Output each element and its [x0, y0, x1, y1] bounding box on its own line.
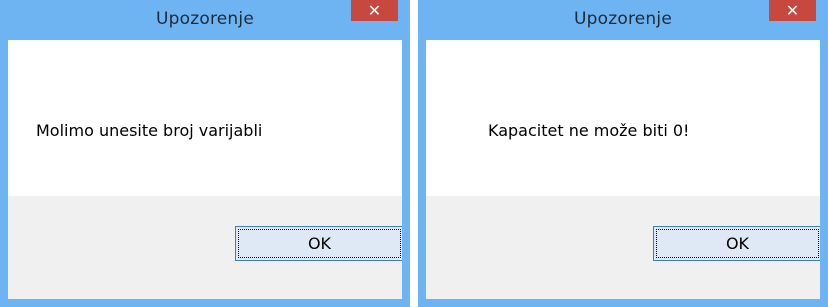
warning-dialog: Upozorenje ✕ Molimo unesite broj varijab… [0, 0, 410, 307]
dialog-titlebar[interactable]: Upozorenje ✕ [418, 0, 828, 40]
dialog-title: Upozorenje [574, 9, 672, 29]
dialog-titlebar[interactable]: Upozorenje ✕ [0, 0, 410, 40]
close-button[interactable]: ✕ [769, 0, 816, 21]
warning-dialog: Upozorenje ✕ Kapacitet ne može biti 0! O… [418, 0, 828, 307]
dialog-client-area: Molimo unesite broj varijabli OK [8, 40, 402, 299]
ok-button-label: OK [307, 234, 332, 253]
close-button[interactable]: ✕ [351, 0, 398, 21]
ok-button-label: OK [725, 234, 750, 253]
dialog-content: Molimo unesite broj varijabli [8, 40, 402, 196]
dialog-client-area: Kapacitet ne može biti 0! OK [426, 40, 820, 299]
dialog-message: Kapacitet ne može biti 0! [488, 121, 690, 140]
dialog-message: Molimo unesite broj varijabli [36, 121, 263, 140]
close-icon: ✕ [785, 0, 800, 20]
dialog-title: Upozorenje [156, 9, 254, 29]
ok-button[interactable]: OK [653, 226, 820, 261]
dialog-content: Kapacitet ne može biti 0! [426, 40, 820, 196]
ok-button[interactable]: OK [235, 226, 402, 261]
close-icon: ✕ [367, 0, 382, 20]
